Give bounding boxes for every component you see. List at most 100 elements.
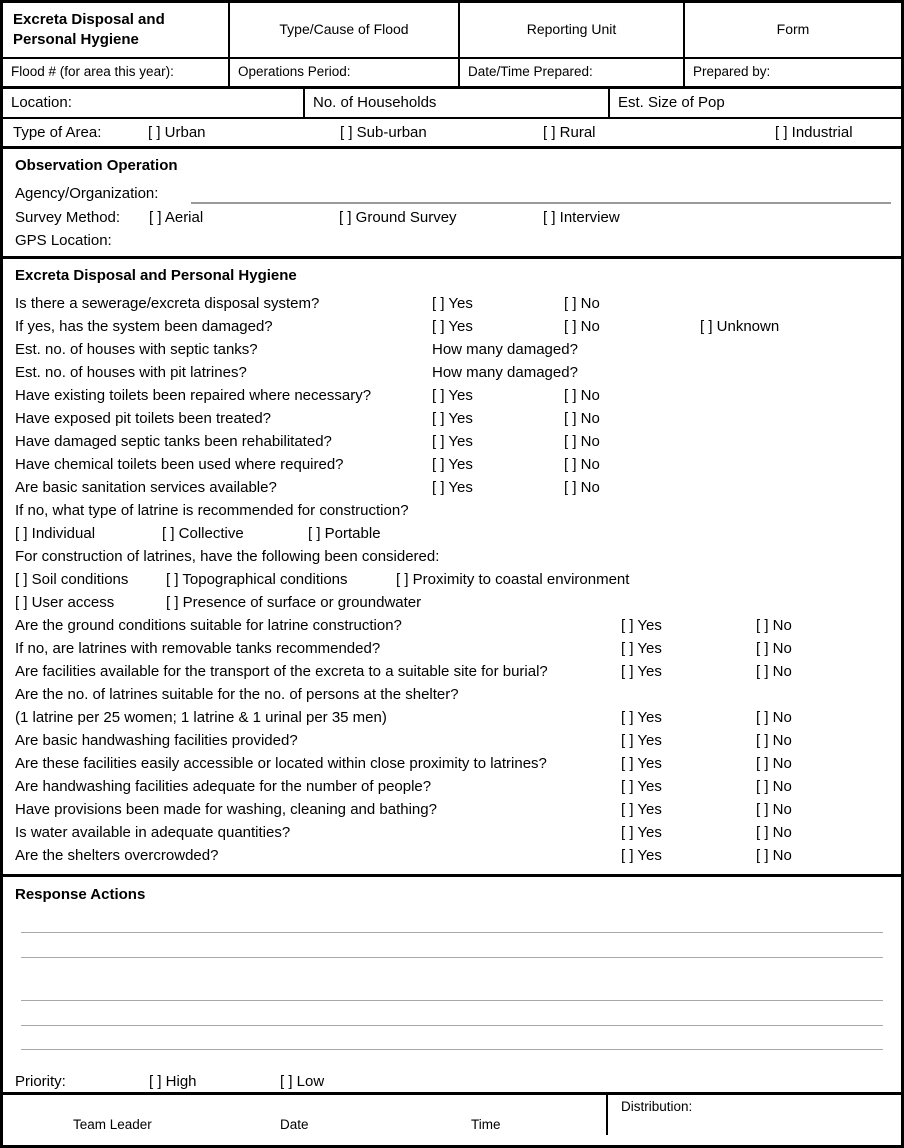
checkbox-q6-no[interactable]: [ ] No (564, 410, 600, 427)
checkbox-q2-unknown[interactable]: [ ] Unknown (700, 318, 779, 335)
checkbox-l3-no[interactable]: [ ] No (756, 663, 792, 680)
response-line-4[interactable] (21, 1025, 883, 1026)
operations-period-field[interactable]: Operations Period: (228, 59, 458, 86)
question-washing-bathing-provisions: Have provisions been made for washing, c… (15, 801, 437, 818)
checkbox-q6-yes[interactable]: [ ] Yes (432, 410, 473, 427)
checkbox-l7-yes[interactable]: [ ] Yes (621, 755, 662, 772)
footer-divider (606, 1095, 608, 1135)
response-line-5[interactable] (21, 1049, 883, 1050)
checkbox-q5-no[interactable]: [ ] No (564, 387, 600, 404)
prepared-by-field[interactable]: Prepared by: (683, 59, 901, 86)
checkbox-topographical-conditions[interactable]: [ ] Topographical conditions (166, 571, 348, 588)
checkbox-l10-yes[interactable]: [ ] Yes (621, 824, 662, 841)
checkbox-q2-no[interactable]: [ ] No (564, 318, 600, 335)
checkbox-latrine-portable[interactable]: [ ] Portable (308, 525, 381, 542)
checkbox-user-access[interactable]: [ ] User access (15, 594, 114, 611)
checkbox-l1-yes[interactable]: [ ] Yes (621, 617, 662, 634)
question-system-damaged: If yes, has the system been damaged? (15, 318, 273, 335)
footer-signature-row: Team Leader Date Time Distribution: (3, 1095, 901, 1135)
checkbox-l6-yes[interactable]: [ ] Yes (621, 732, 662, 749)
header-row-fields: Flood # (for area this year): Operations… (3, 59, 901, 89)
checkbox-rural[interactable]: [ ] Rural (543, 124, 596, 141)
question-exposed-pit-toilets-treated: Have exposed pit toilets been treated? (15, 410, 272, 427)
form-title: Excreta Disposal and Personal Hygiene (13, 10, 165, 48)
header-reporting-unit: Reporting Unit (458, 3, 683, 57)
checkbox-q1-yes[interactable]: [ ] Yes (432, 295, 473, 312)
header-row-titles: Excreta Disposal and Personal Hygiene Ty… (3, 3, 901, 59)
type-of-area-label: Type of Area: (13, 124, 102, 141)
checkbox-l10-no[interactable]: [ ] No (756, 824, 792, 841)
question-pit-latrines-count: Est. no. of houses with pit latrines? (15, 364, 247, 381)
checkbox-priority-high[interactable]: [ ] High (149, 1073, 197, 1090)
question-ground-conditions-suitable: Are the ground conditions suitable for l… (15, 617, 402, 634)
footer-date-label[interactable]: Date (280, 1117, 309, 1132)
population-size-field[interactable]: Est. Size of Pop (608, 89, 901, 117)
checkbox-q8-no[interactable]: [ ] No (564, 456, 600, 473)
checkbox-industrial[interactable]: [ ] Industrial (775, 124, 853, 141)
checkbox-l9-no[interactable]: [ ] No (756, 801, 792, 818)
response-line-3[interactable] (21, 1000, 883, 1001)
response-actions-section: Response Actions Priority: [ ] High [ ] … (3, 877, 901, 1095)
checkbox-ground-survey[interactable]: [ ] Ground Survey (339, 209, 457, 226)
checkbox-priority-low[interactable]: [ ] Low (280, 1073, 324, 1090)
question-chemical-toilets-used: Have chemical toilets been used where re… (15, 456, 344, 473)
response-line-2[interactable] (21, 957, 883, 958)
question-latrine-count-suitable: Are the no. of latrines suitable for the… (15, 686, 459, 703)
checkbox-q5-yes[interactable]: [ ] Yes (432, 387, 473, 404)
question-sewerage-system: Is there a sewerage/excreta disposal sys… (15, 295, 320, 312)
date-time-prepared-field[interactable]: Date/Time Prepared: (458, 59, 683, 86)
observation-operation-section: Observation Operation Agency/Organizatio… (3, 149, 901, 259)
checkbox-l3-yes[interactable]: [ ] Yes (621, 663, 662, 680)
question-handwashing-provided: Are basic handwashing facilities provide… (15, 732, 298, 749)
footer-time-label[interactable]: Time (471, 1117, 501, 1132)
checkbox-q9-no[interactable]: [ ] No (564, 479, 600, 496)
checkbox-urban[interactable]: [ ] Urban (148, 124, 206, 141)
footer-team-leader-label[interactable]: Team Leader (73, 1117, 152, 1132)
label-how-many-damaged-septic[interactable]: How many damaged? (432, 341, 578, 358)
checkbox-l9-yes[interactable]: [ ] Yes (621, 801, 662, 818)
checkbox-l7-no[interactable]: [ ] No (756, 755, 792, 772)
checkbox-l5-no[interactable]: [ ] No (756, 709, 792, 726)
checkbox-q1-no[interactable]: [ ] No (564, 295, 600, 312)
response-actions-title: Response Actions (15, 886, 146, 903)
location-field[interactable]: Location: (3, 89, 303, 117)
footer-distribution-label[interactable]: Distribution: (621, 1099, 692, 1114)
checkbox-q2-yes[interactable]: [ ] Yes (432, 318, 473, 335)
checkbox-q7-yes[interactable]: [ ] Yes (432, 433, 473, 450)
location-row: Location: No. of Households Est. Size of… (3, 89, 901, 119)
checkbox-l2-yes[interactable]: [ ] Yes (621, 640, 662, 657)
checkbox-proximity-coastal[interactable]: [ ] Proximity to coastal environment (396, 571, 629, 588)
checkbox-sub-urban[interactable]: [ ] Sub-urban (340, 124, 427, 141)
question-latrine-type-recommended: If no, what type of latrine is recommend… (15, 502, 409, 519)
checkbox-q9-yes[interactable]: [ ] Yes (432, 479, 473, 496)
checkbox-interview[interactable]: [ ] Interview (543, 209, 620, 226)
agency-organization-input-line[interactable] (191, 202, 891, 204)
checkbox-surface-groundwater[interactable]: [ ] Presence of surface or groundwater (166, 594, 421, 611)
checkbox-soil-conditions[interactable]: [ ] Soil conditions (15, 571, 128, 588)
question-toilets-repaired: Have existing toilets been repaired wher… (15, 387, 372, 404)
flood-number-field[interactable]: Flood # (for area this year): (3, 59, 228, 86)
excreta-hygiene-title: Excreta Disposal and Personal Hygiene (15, 267, 297, 284)
checkbox-q7-no[interactable]: [ ] No (564, 433, 600, 450)
header-form: Form (683, 3, 901, 57)
checkbox-l6-no[interactable]: [ ] No (756, 732, 792, 749)
survey-method-label: Survey Method: (15, 209, 121, 226)
agency-organization-label: Agency/Organization: (15, 185, 159, 202)
checkbox-q8-yes[interactable]: [ ] Yes (432, 456, 473, 473)
households-field[interactable]: No. of Households (303, 89, 608, 117)
note-latrine-ratio: (1 latrine per 25 women; 1 latrine & 1 u… (15, 709, 387, 726)
checkbox-l1-no[interactable]: [ ] No (756, 617, 792, 634)
checkbox-l8-no[interactable]: [ ] No (756, 778, 792, 795)
checkbox-l5-yes[interactable]: [ ] Yes (621, 709, 662, 726)
checkbox-l8-yes[interactable]: [ ] Yes (621, 778, 662, 795)
checkbox-latrine-individual[interactable]: [ ] Individual (15, 525, 95, 542)
response-line-1[interactable] (21, 932, 883, 933)
checkbox-aerial[interactable]: [ ] Aerial (149, 209, 203, 226)
checkbox-latrine-collective[interactable]: [ ] Collective (162, 525, 244, 542)
checkbox-l2-no[interactable]: [ ] No (756, 640, 792, 657)
header-type-cause-of-flood: Type/Cause of Flood (228, 3, 458, 57)
checkbox-l11-no[interactable]: [ ] No (756, 847, 792, 864)
question-shelters-overcrowded: Are the shelters overcrowded? (15, 847, 219, 864)
label-how-many-damaged-latrines[interactable]: How many damaged? (432, 364, 578, 381)
checkbox-l11-yes[interactable]: [ ] Yes (621, 847, 662, 864)
